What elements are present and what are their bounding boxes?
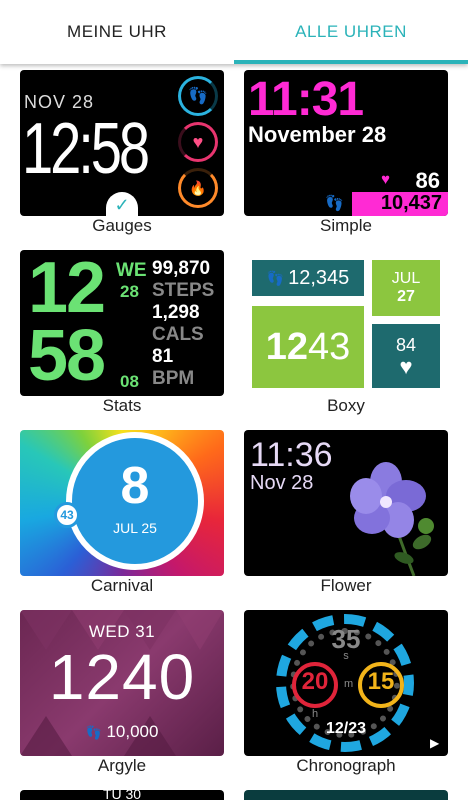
heart-icon: ♥ (178, 122, 218, 162)
watch-face-label: Chronograph (296, 756, 396, 775)
stats-metric: CALS (152, 324, 204, 345)
boxy-steps-box: 👣 12,345 (252, 260, 364, 296)
watch-face-label: Argyle (97, 756, 147, 775)
watch-face-partial[interactable] (244, 790, 448, 800)
chrono-hours-unit: h (311, 708, 319, 720)
boxy-heart-box: 84 ♥ (372, 324, 440, 388)
watch-face-flower[interactable]: 11:36 Nov 28 (244, 430, 448, 576)
watch-face-label: Carnival (90, 576, 154, 595)
tab-all-watches[interactable]: ALLE UHREN (234, 0, 468, 64)
chrono-minutes: 15 (367, 668, 395, 695)
flame-icon: 🔥 (178, 168, 218, 208)
watch-face-carnival[interactable]: 8 JUL 25 43 (20, 430, 224, 576)
chrono-hours: 20 (301, 668, 329, 695)
chrono-minutes-unit: m (344, 678, 354, 690)
stats-metric: 99,870 (152, 258, 211, 279)
chrono-seconds-unit: s (343, 650, 349, 662)
boxy-hour: 12 (265, 325, 308, 368)
boxy-time-box: 12 43 (252, 306, 364, 388)
watch-face-simple[interactable]: 11:31 November 28 ♥ 86 👣 10,437 (244, 70, 448, 216)
watch-face-label: Flower (320, 576, 372, 595)
steps-icon: 👣 (325, 195, 344, 212)
heart-icon: ♥ (381, 171, 390, 188)
watch-face-label: Gauges (92, 216, 152, 235)
argyle-time: 1240 (48, 641, 196, 713)
active-tab-indicator (234, 60, 468, 64)
watch-face-label: Boxy (327, 396, 365, 415)
stats-metric: BPM (152, 368, 195, 389)
watch-face-stats[interactable]: 12 58 WE 28 08 99,870 STEPS 1,298 CALS 81 BPM (20, 250, 224, 396)
stats-seconds: 08 (120, 372, 139, 391)
play-icon: ▶ (430, 736, 440, 750)
stats-weekday: WE (116, 260, 147, 281)
stats-day-number: 28 (120, 282, 139, 301)
chrono-date: 12/23 (325, 720, 367, 737)
stats-metric: STEPS (152, 280, 215, 301)
argyle-day: WED 31 (88, 622, 156, 641)
boxy-steps: 12,345 (288, 266, 350, 289)
carnival-date: JUL 25 (113, 520, 157, 536)
simple-time: 11:31 (248, 73, 364, 126)
steps-icon: 👣 (178, 76, 218, 116)
watch-face-gauges[interactable]: NOV 28 12:58 👣 ♥ 🔥 ✓ (20, 70, 224, 216)
stats-metric: 1,298 (152, 302, 200, 323)
carnival-badge: 43 (54, 502, 80, 528)
simple-steps: 10,437 (380, 192, 442, 214)
boxy-date-box: JUL 27 (372, 260, 440, 316)
tab-my-watch[interactable]: MEINE UHR (0, 0, 234, 64)
selected-check-icon: ✓ (106, 192, 138, 216)
argyle-steps: 10,000 (106, 722, 159, 741)
boxy-heart-rate: 84 (395, 334, 417, 355)
tab-bar: MEINE UHR ALLE UHREN (0, 0, 468, 64)
gauges-time: 12:58 (22, 109, 150, 189)
stats-hour: 12 (28, 250, 106, 328)
stats-minute: 58 (28, 316, 106, 396)
carnival-number: 8 (120, 457, 150, 515)
stats-metric: 81 (152, 346, 174, 367)
watch-face-partial[interactable]: TU 30 (20, 790, 224, 800)
watch-face-boxy[interactable]: 👣 12,345 JUL 27 12 43 84 ♥ (244, 250, 448, 396)
boxy-day: 27 (397, 288, 415, 305)
watch-face-chronograph[interactable]: 35 s 20 h 15 m 12/23 ▶ (244, 610, 448, 756)
boxy-month: JUL (391, 270, 421, 287)
boxy-minute: 43 (308, 325, 351, 368)
watch-face-argyle[interactable]: WED 31 1240 👣 10,000 (20, 610, 224, 756)
argyle-steps-row: 👣 10,000 (20, 722, 224, 742)
watch-face-grid: NOV 28 12:58 👣 ♥ 🔥 ✓ Gauges 11:31 Novemb… (0, 64, 468, 800)
simple-heart-rate: 86 (415, 168, 440, 193)
watch-face-label: Stats (102, 396, 142, 415)
steps-icon: 👣 (266, 269, 285, 286)
watch-face-label: Simple (320, 216, 372, 235)
steps-icon: 👣 (85, 725, 102, 740)
heart-icon: ♥ (399, 353, 413, 379)
partial-watch-day: TU 30 (102, 790, 142, 800)
flower-image (350, 462, 434, 576)
carnival-dial: 8 JUL 25 (66, 432, 204, 570)
simple-date: November 28 (248, 122, 387, 147)
